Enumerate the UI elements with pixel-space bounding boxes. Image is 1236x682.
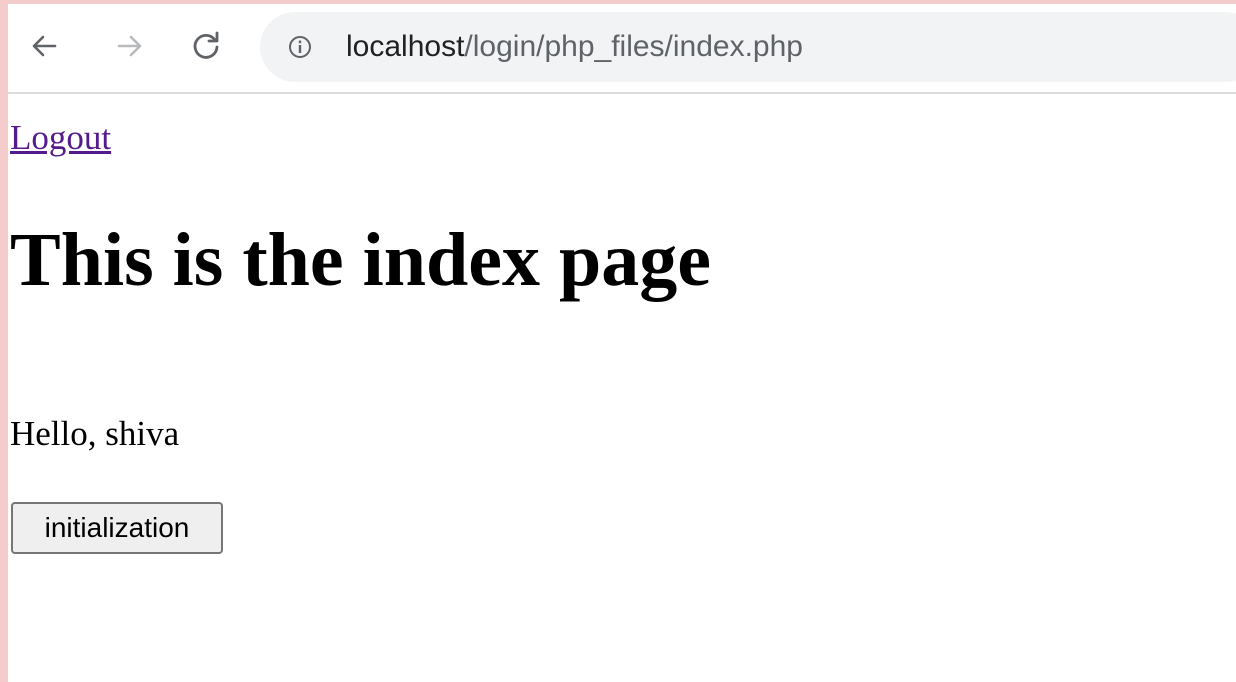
arrow-right-icon: [117, 35, 142, 57]
reload-icon: [193, 31, 219, 59]
info-circle-icon[interactable]: [288, 35, 312, 59]
initialization-button[interactable]: initialization: [11, 502, 223, 554]
back-button[interactable]: [24, 24, 64, 68]
reload-button[interactable]: [186, 24, 226, 68]
arrow-left-icon: [32, 35, 57, 57]
page-content: Logout This is the index page Hello, shi…: [10, 94, 1230, 682]
address-bar[interactable]: localhost/login/php_files/index.php: [260, 12, 1236, 82]
page-title: This is the index page: [10, 218, 712, 302]
url-path: /login/php_files/index.php: [464, 30, 803, 63]
browser-toolbar: localhost/login/php_files/index.php: [8, 4, 1236, 94]
forward-button[interactable]: [110, 24, 150, 68]
logout-link[interactable]: Logout: [10, 116, 111, 160]
browser-window: localhost/login/php_files/index.php Logo…: [8, 4, 1236, 682]
url-text[interactable]: localhost/login/php_files/index.php: [346, 29, 803, 65]
url-host: localhost: [346, 30, 465, 63]
greeting-text: Hello, shiva: [10, 414, 180, 453]
